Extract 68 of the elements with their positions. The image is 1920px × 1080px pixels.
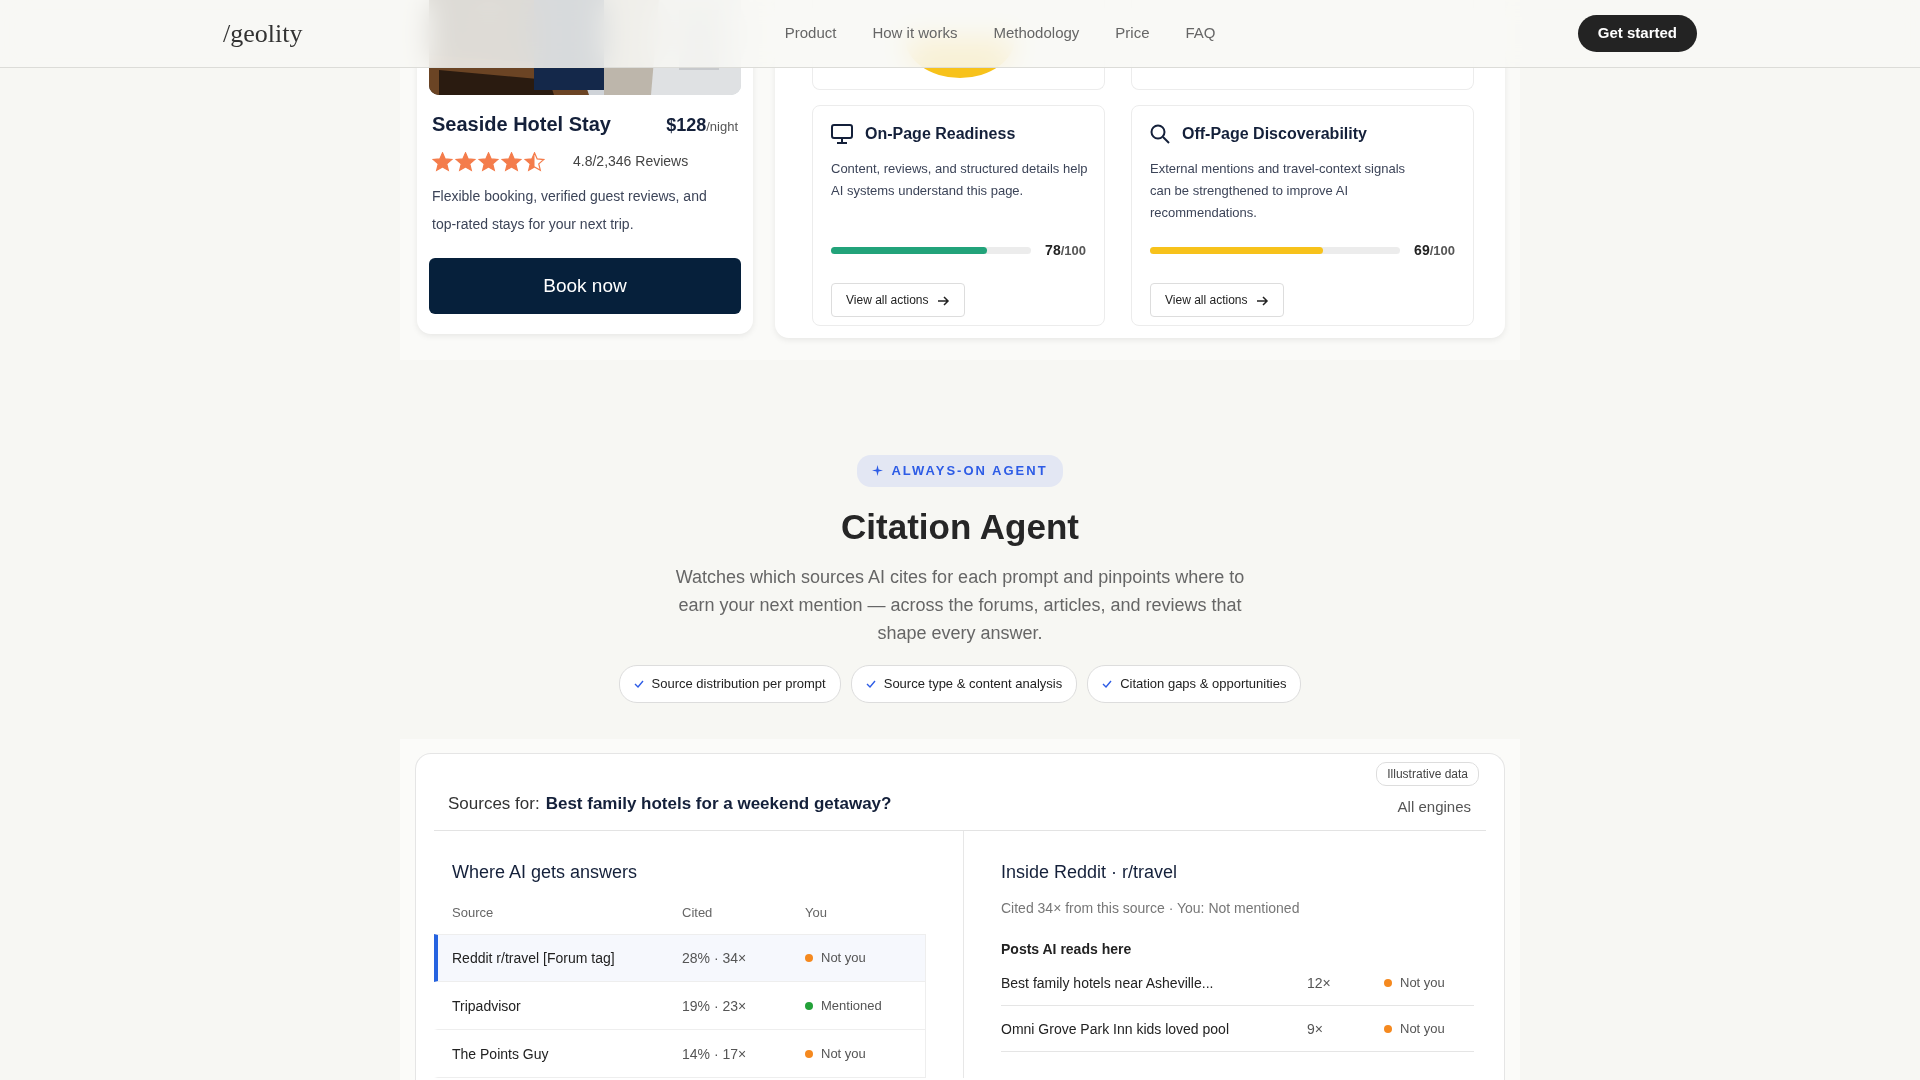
status-text: Not you [821,949,866,968]
star-icon [501,151,522,172]
post-title: Best family hotels near Asheville... [1001,974,1214,991]
post-title: Omni Grove Park Inn kids loved pool [1001,1020,1229,1037]
arrow-icon [937,295,950,306]
cited-value: 14% · 17× [682,1045,747,1062]
sparkle-icon [872,465,884,477]
star-icon [478,151,499,172]
nav-link[interactable]: Price [1115,22,1150,45]
book-now-button[interactable]: Book now [429,258,741,314]
source-summary: Cited 34× from this source · You: Not mentioned [1001,899,1301,918]
column-header: You [805,905,827,920]
nav-link[interactable]: Methodology [993,22,1080,45]
nav-link[interactable]: How it works [872,22,958,45]
view-all-actions-button[interactable]: View all actions [1150,283,1284,317]
star-icon [432,151,453,172]
card-title: On-Page Readiness [865,124,1016,144]
check-icon [1102,679,1113,688]
status-text: Mentioned [821,996,882,1015]
source-name: Tripadvisor [452,997,521,1014]
feature-chip: Source distribution per prompt [618,665,841,703]
column-title: Inside Reddit · r/travel [1001,861,1179,884]
score-text: 78/100 [1045,241,1086,260]
hotel-description: Flexible booking, verified guest reviews, and top-rated stays for your next trip. [432,187,708,234]
prompt-text: Best family hotels for a weekend getaway? [545,793,892,813]
feature-chip: Source type & content analysis [850,665,1078,703]
monitor-icon [831,124,853,144]
check-icon [633,679,644,688]
section-badge: ALWAYS-ON AGENT [857,455,1063,487]
logo[interactable]: /geolity [223,14,303,53]
score-text: 69/100 [1414,241,1455,260]
nav-link[interactable]: Product [784,22,837,45]
view-all-actions-button[interactable]: View all actions [831,283,965,317]
status-text: Not you [1400,1019,1445,1038]
table-row[interactable]: The Points Guy 14% · 17× Not you [434,1030,926,1078]
rating-text: 4.8/2,346 Reviews [573,152,689,171]
cited-value: 28% · 34× [682,950,747,966]
column-header: Source [452,905,494,920]
check-icon [865,679,876,688]
arrow-icon [1256,295,1269,306]
get-started-button[interactable]: Get started [1577,15,1697,52]
status-text: Not you [1400,973,1445,992]
hotel-title: Seaside Hotel Stay [432,112,611,137]
star-icon [524,151,545,172]
section-description: Watches which sources AI cites for each prompt and pinpoints where to earn your next mention — across the forums, articles, and reviews that shape every answer. [674,566,1246,645]
status-text: Not you [821,1044,866,1063]
card-description: Content, reviews, and structured details help AI systems understand this page. [831,160,1089,200]
table-row[interactable]: Reddit r/travel [Forum tag] 28% · 34× Not you [434,934,926,982]
cite-count: 12× [1307,974,1331,991]
star-icon [455,151,476,172]
card-description: External mentions and travel-context signals can be strengthened to improve AI recommendations. [1150,160,1407,222]
price: $128/night [666,114,738,137]
section-title: Citation Agent [840,505,1080,548]
tag: Illustrative data [1376,761,1479,786]
card-title: Off-Page Discoverability [1182,124,1367,144]
table-row[interactable]: Tripadvisor 19% · 23× Mentioned [434,982,926,1030]
column-header: Cited [682,905,713,920]
source-name: Reddit r/travel [Forum tag] [452,950,615,966]
nav-link[interactable]: FAQ [1185,22,1216,45]
column-title: Where AI gets answers [451,861,639,884]
feature-chip: Citation gaps & opportunities [1087,665,1302,703]
posts-title: Posts AI reads here [1001,940,1133,959]
search-icon [1150,124,1170,144]
source-name: The Points Guy [452,1045,549,1062]
engine-filter[interactable]: All engines [1397,795,1471,818]
cited-value: 19% · 23× [682,997,747,1014]
cite-count: 9× [1307,1020,1323,1037]
prompt-label: Sources for: [448,793,540,813]
